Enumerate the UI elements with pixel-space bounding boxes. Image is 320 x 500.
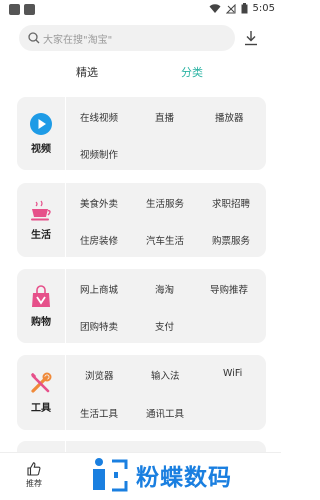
category-label: 工具 — [31, 403, 51, 414]
category-item[interactable]: 支付 — [155, 319, 174, 333]
tab-category[interactable]: 分类 — [181, 64, 203, 80]
category-item[interactable]: 直播 — [155, 110, 174, 124]
search-input[interactable]: 大家在搜"淘宝" — [19, 25, 235, 51]
category-item[interactable]: WiFi — [223, 368, 242, 379]
category-item[interactable]: 播放器 — [215, 110, 244, 124]
category-item[interactable]: 输入法 — [151, 368, 180, 382]
notification-icon — [24, 4, 35, 15]
category-card-video: 视频 在线视频 直播 播放器 视频制作 — [17, 97, 266, 170]
category-card-life: 生活 美食外卖 生活服务 求职招聘 住房装修 汽车生活 购票服务 — [17, 183, 266, 257]
category-item[interactable]: 住房装修 — [80, 233, 118, 247]
category-item[interactable]: 求职招聘 — [212, 196, 250, 210]
download-icon — [245, 31, 257, 46]
category-item[interactable]: 导购推荐 — [210, 282, 248, 296]
play-icon — [30, 113, 52, 135]
search-placeholder: 大家在搜"淘宝" — [43, 34, 113, 46]
category-header-video[interactable]: 视频 — [17, 97, 66, 170]
status-bar: 5:05 — [0, 0, 281, 20]
nav-recommend-label: 推荐 — [26, 479, 42, 488]
clock: 5:05 — [252, 3, 275, 14]
thumbs-up-icon — [27, 462, 41, 476]
category-item[interactable]: 美食外卖 — [80, 196, 118, 210]
tab-featured[interactable]: 精选 — [76, 64, 98, 80]
category-header-tools[interactable]: 工具 — [17, 355, 66, 430]
battery-icon — [241, 3, 248, 14]
category-header-life[interactable]: 生活 — [17, 183, 66, 257]
watermark: 粉蝶数码 — [88, 453, 278, 497]
category-item[interactable]: 浏览器 — [85, 368, 114, 382]
search-row: 大家在搜"淘宝" — [19, 25, 263, 51]
notification-icons — [9, 4, 35, 15]
category-item[interactable]: 团购特卖 — [80, 319, 118, 333]
category-label: 生活 — [31, 229, 51, 241]
category-card-shopping: 购物 网上商城 海淘 导购推荐 团购特卖 支付 — [17, 269, 266, 343]
category-item[interactable]: 汽车生活 — [146, 233, 184, 247]
category-header-shopping[interactable]: 购物 — [17, 269, 66, 343]
category-item[interactable]: 生活工具 — [80, 406, 118, 420]
category-label: 购物 — [31, 316, 51, 328]
shopping-bag-icon — [32, 284, 50, 307]
nav-recommend[interactable]: 推荐 — [22, 461, 46, 489]
signal-icon — [225, 3, 236, 13]
category-item[interactable]: 生活服务 — [146, 196, 184, 210]
watermark-text: 粉蝶数码 — [136, 465, 232, 491]
category-item[interactable]: 视频制作 — [80, 147, 118, 161]
tools-icon — [31, 372, 52, 393]
cup-icon — [31, 200, 51, 220]
tab-bar: 精选 分类 — [0, 64, 281, 84]
download-button[interactable] — [241, 28, 261, 48]
category-item[interactable]: 在线视频 — [80, 110, 118, 124]
category-item[interactable]: 通讯工具 — [146, 406, 184, 420]
search-icon — [28, 32, 40, 44]
category-label: 视频 — [31, 144, 51, 155]
category-item[interactable]: 购票服务 — [212, 233, 250, 247]
notification-icon — [9, 4, 20, 15]
watermark-logo-icon — [93, 458, 128, 492]
category-item[interactable]: 网上商城 — [80, 282, 118, 296]
category-card-tools: 工具 浏览器 输入法 WiFi 生活工具 通讯工具 — [17, 355, 266, 430]
wifi-icon — [209, 3, 221, 13]
category-item[interactable]: 海淘 — [155, 282, 174, 296]
